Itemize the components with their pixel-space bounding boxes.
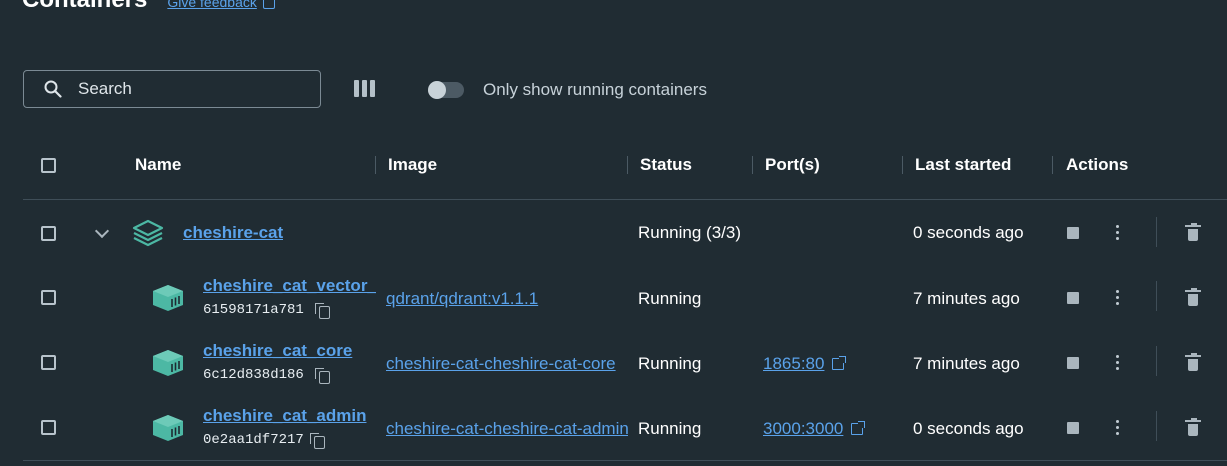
copy-icon[interactable] — [310, 433, 325, 449]
container-last-started: 7 minutes ago — [913, 289, 1020, 308]
column-header-actions: Actions — [1066, 155, 1129, 174]
table-header: Name Image Status Port(s) Last started A… — [23, 138, 1227, 200]
container-name-link[interactable]: cheshire_cat_vector_memory — [203, 276, 376, 296]
actions-divider — [1156, 281, 1157, 311]
table-row[interactable]: cheshire_cat_admin 0e2aa1df7217 cheshire… — [0, 395, 1227, 459]
copy-icon[interactable] — [315, 303, 330, 319]
port-link-label: 1865:80 — [763, 354, 825, 373]
page-title: Containers — [22, 0, 147, 14]
stop-icon[interactable] — [1067, 422, 1079, 434]
running-only-label: Only show running containers — [483, 80, 707, 99]
container-status: Running — [638, 419, 702, 438]
give-feedback-link[interactable]: Give feedback — [167, 0, 275, 10]
stop-icon[interactable] — [1067, 357, 1079, 369]
search-icon — [44, 80, 62, 98]
port-link-label: 3000:3000 — [763, 419, 844, 438]
running-only-toggle[interactable] — [428, 81, 464, 99]
stop-icon[interactable] — [1067, 292, 1079, 304]
image-link[interactable]: cheshire-cat-cheshire-cat-admin — [386, 419, 628, 439]
container-status: Running — [638, 289, 702, 308]
group-name-link[interactable]: cheshire-cat — [183, 223, 283, 243]
actions-divider — [1156, 346, 1157, 376]
delete-icon[interactable] — [1185, 418, 1201, 436]
row-checkbox[interactable] — [41, 290, 56, 305]
select-all-checkbox[interactable] — [41, 158, 56, 173]
image-link[interactable]: qdrant/qdrant:v1.1.1 — [386, 289, 628, 309]
columns-icon-bar — [370, 80, 375, 97]
container-last-started: 7 minutes ago — [913, 354, 1020, 373]
container-id: 6c12d838d186 — [203, 367, 304, 383]
search-input[interactable] — [76, 78, 300, 100]
container-icon — [153, 285, 183, 311]
group-status: Running (3/3) — [638, 223, 742, 242]
group-last-started: 0 seconds ago — [913, 223, 1024, 242]
external-link-icon — [851, 421, 866, 435]
copy-icon[interactable] — [315, 368, 330, 384]
stop-icon[interactable] — [1067, 227, 1079, 239]
columns-icon-bar — [362, 80, 367, 97]
column-header-status[interactable]: Status — [640, 155, 692, 175]
port-link[interactable]: 3000:3000 — [763, 419, 866, 439]
column-resizer[interactable] — [752, 156, 753, 174]
delete-icon[interactable] — [1185, 223, 1201, 241]
container-id: 0e2aa1df7217 — [203, 432, 304, 448]
search-box[interactable] — [23, 70, 321, 108]
column-header-ports[interactable]: Port(s) — [765, 155, 820, 175]
external-link-icon — [832, 356, 847, 370]
column-header-name[interactable]: Name — [135, 155, 181, 175]
actions-divider — [1156, 411, 1157, 441]
table-row-group[interactable]: cheshire-cat Running (3/3) 0 seconds ago — [0, 201, 1227, 265]
column-header-last-started[interactable]: Last started — [915, 155, 1011, 175]
give-feedback-label: Give feedback — [167, 0, 257, 10]
column-resizer[interactable] — [1052, 156, 1053, 174]
row-checkbox[interactable] — [41, 355, 56, 370]
container-status: Running — [638, 354, 702, 373]
more-options-icon[interactable] — [1116, 420, 1120, 438]
container-name-link[interactable]: cheshire_cat_core — [203, 341, 376, 361]
table-row[interactable]: cheshire_cat_vector_memory 61598171a781 … — [0, 265, 1227, 329]
column-resizer[interactable] — [627, 156, 628, 174]
column-header-image[interactable]: Image — [388, 155, 437, 175]
container-icon — [153, 350, 183, 376]
chevron-down-icon[interactable] — [94, 223, 110, 239]
delete-icon[interactable] — [1185, 353, 1201, 371]
container-name-link[interactable]: cheshire_cat_admin — [203, 406, 376, 426]
actions-divider — [1156, 217, 1157, 247]
columns-icon-bar — [354, 80, 359, 97]
more-options-icon[interactable] — [1116, 290, 1120, 308]
container-id: 61598171a781 — [203, 302, 304, 318]
title-row: Containers Give feedback — [22, 0, 275, 14]
container-icon — [153, 415, 183, 441]
container-last-started: 0 seconds ago — [913, 419, 1024, 438]
feedback-icon — [262, 0, 275, 10]
toggle-knob — [428, 81, 446, 99]
row-checkbox[interactable] — [41, 420, 56, 435]
more-options-icon[interactable] — [1116, 225, 1120, 243]
table-row[interactable]: cheshire_cat_core 6c12d838d186 cheshire-… — [0, 330, 1227, 394]
stack-icon — [132, 219, 164, 247]
more-options-icon[interactable] — [1116, 355, 1120, 373]
columns-toggle-button[interactable] — [354, 80, 375, 97]
port-link[interactable]: 1865:80 — [763, 354, 847, 374]
column-resizer[interactable] — [902, 156, 903, 174]
column-resizer[interactable] — [375, 156, 376, 174]
row-checkbox[interactable] — [41, 226, 56, 241]
image-link[interactable]: cheshire-cat-cheshire-cat-core — [386, 354, 628, 374]
table-bottom-border — [23, 460, 1227, 461]
delete-icon[interactable] — [1185, 288, 1201, 306]
